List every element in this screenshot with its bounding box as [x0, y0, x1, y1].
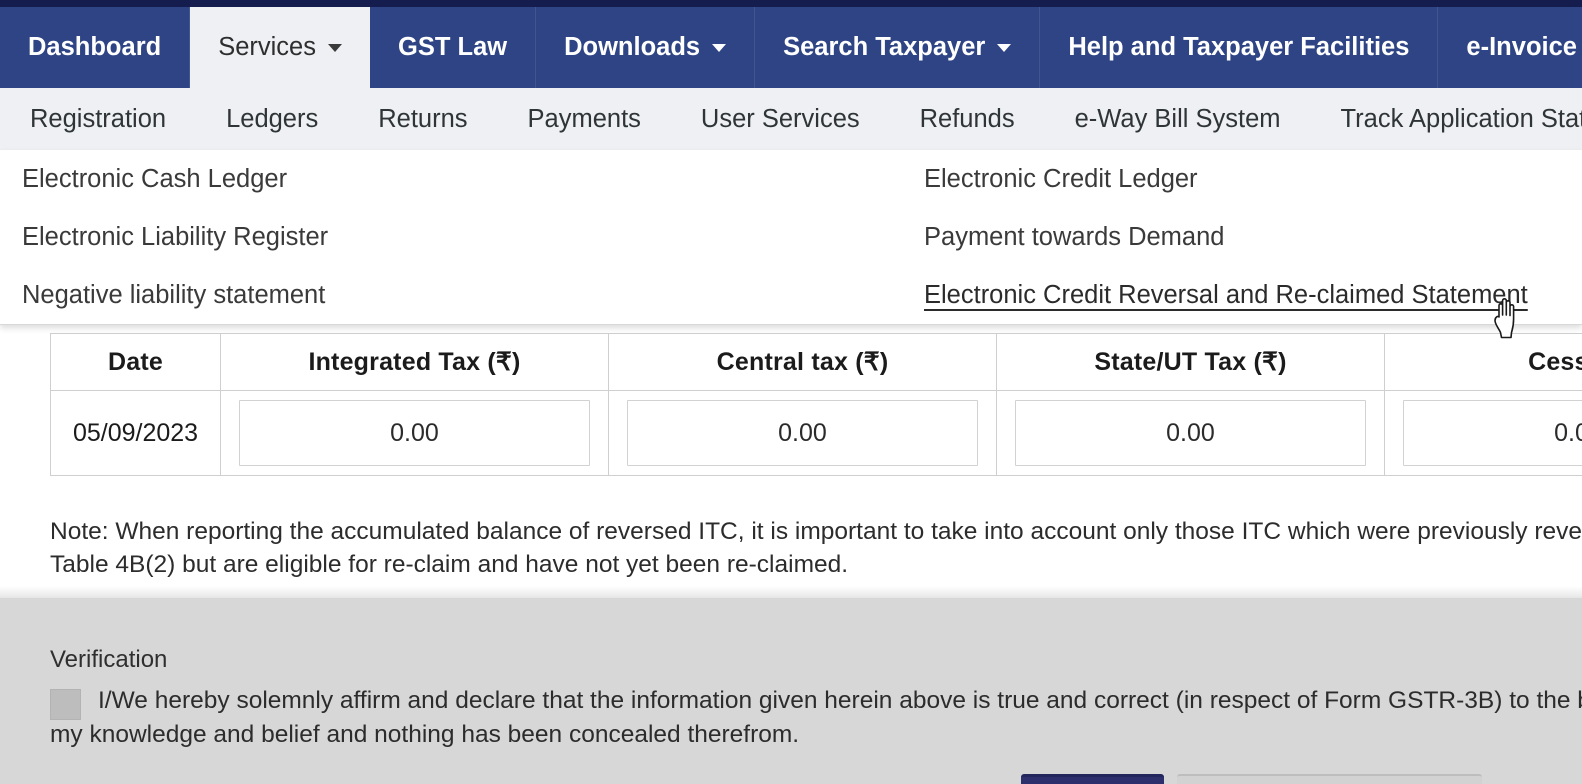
verification-title: Verification [50, 646, 168, 673]
subnav-item-payments[interactable]: Payments [498, 105, 671, 134]
dropdown-item-payment-towards-demand[interactable]: Payment towards Demand [924, 208, 1528, 266]
nav-item-label: Help and Taxpayer Facilities [1068, 33, 1410, 61]
dropdown-item-negative-liability-statement[interactable]: Negative liability statement [22, 266, 328, 324]
dropdown-column-right: Electronic Credit Ledger Payment towards… [924, 150, 1528, 324]
cell-integrated-tax: 0.00 [220, 390, 609, 476]
header-top-strip [0, 0, 1582, 7]
state-ut-tax-input[interactable]: 0.00 [1015, 400, 1366, 466]
column-header-integrated-tax: Integrated Tax (₹) [220, 333, 609, 391]
cell-cess: 0.00 [1384, 390, 1582, 476]
services-sub-navigation: Registration Ledgers Returns Payments Us… [0, 88, 1582, 150]
chevron-down-icon [712, 43, 727, 52]
form-action-buttons [0, 774, 1582, 784]
cess-input[interactable]: 0.00 [1403, 400, 1582, 466]
nav-item-label: Services [218, 33, 316, 61]
subnav-item-refunds[interactable]: Refunds [890, 105, 1045, 134]
subnav-item-user-services[interactable]: User Services [671, 105, 890, 134]
chevron-down-icon [327, 43, 342, 52]
central-tax-input[interactable]: 0.00 [627, 400, 978, 466]
itc-reversal-table-wrap: Date Integrated Tax (₹) Central tax (₹) … [50, 333, 1582, 476]
column-header-cess: Cess (₹) [1384, 333, 1582, 391]
itc-reversal-table: Date Integrated Tax (₹) Central tax (₹) … [50, 333, 1582, 476]
cell-state-ut-tax: 0.00 [996, 390, 1385, 476]
verification-statement-line2: my knowledge and belief and nothing has … [50, 721, 800, 748]
nav-item-dashboard[interactable]: Dashboard [0, 7, 191, 88]
secondary-action-button[interactable] [1177, 774, 1482, 784]
nav-item-label: Downloads [564, 33, 701, 61]
nav-item-label: Dashboard [28, 33, 162, 61]
nav-item-downloads[interactable]: Downloads [536, 7, 756, 88]
integrated-tax-input[interactable]: 0.00 [239, 400, 590, 466]
table-header-row: Date Integrated Tax (₹) Central tax (₹) … [50, 333, 1582, 391]
nav-item-label: e-Invoice [1466, 33, 1577, 61]
nav-item-e-invoice[interactable]: e-Invoice [1438, 7, 1582, 88]
verification-statement-line1: I/We hereby solemnly affirm and declare … [98, 687, 1582, 714]
ledgers-dropdown-panel: Electronic Cash Ledger Electronic Liabil… [0, 150, 1582, 325]
chevron-down-icon [997, 43, 1012, 52]
nav-item-services[interactable]: Services [190, 7, 370, 88]
subnav-item-e-way-bill-system[interactable]: e-Way Bill System [1045, 105, 1311, 134]
column-header-central-tax: Central tax (₹) [608, 333, 997, 391]
dropdown-item-electronic-credit-ledger[interactable]: Electronic Credit Ledger [924, 150, 1528, 208]
subnav-item-registration[interactable]: Registration [0, 105, 196, 134]
dropdown-item-electronic-cash-ledger[interactable]: Electronic Cash Ledger [22, 150, 328, 208]
cell-central-tax: 0.00 [608, 390, 997, 476]
verification-checkbox[interactable] [50, 689, 81, 720]
column-header-date: Date [50, 333, 221, 391]
nav-item-label: Search Taxpayer [783, 33, 986, 61]
subnav-item-ledgers[interactable]: Ledgers [196, 105, 348, 134]
table-row: 05/09/2023 0.00 0.00 0.00 0.00 [50, 390, 1582, 476]
nav-item-search-taxpayer[interactable]: Search Taxpayer [755, 7, 1041, 88]
subnav-item-returns[interactable]: Returns [348, 105, 497, 134]
nav-item-help-and-taxpayer-facilities[interactable]: Help and Taxpayer Facilities [1040, 7, 1439, 88]
main-navigation-bar: Dashboard Services GST Law Downloads Sea… [0, 7, 1582, 88]
table-note: Note: When reporting the accumulated bal… [50, 518, 1582, 578]
gst-portal-page: Date Integrated Tax (₹) Central tax (₹) … [0, 0, 1582, 784]
nav-item-label: GST Law [397, 33, 508, 61]
column-header-state-ut-tax: State/UT Tax (₹) [996, 333, 1385, 391]
cell-date: 05/09/2023 [50, 390, 221, 476]
primary-action-button[interactable] [1021, 774, 1164, 784]
nav-item-gst-law[interactable]: GST Law [370, 7, 537, 88]
dropdown-item-electronic-liability-register[interactable]: Electronic Liability Register [22, 208, 328, 266]
verification-row: I/We hereby solemnly affirm and declare … [50, 684, 1582, 752]
dropdown-column-left: Electronic Cash Ledger Electronic Liabil… [22, 150, 328, 324]
verification-statement: I/We hereby solemnly affirm and declare … [50, 684, 1582, 752]
subnav-item-track-application-status[interactable]: Track Application Status [1311, 105, 1582, 134]
dropdown-item-electronic-credit-reversal-and-re-claimed-statement[interactable]: Electronic Credit Reversal and Re-claime… [924, 266, 1528, 324]
